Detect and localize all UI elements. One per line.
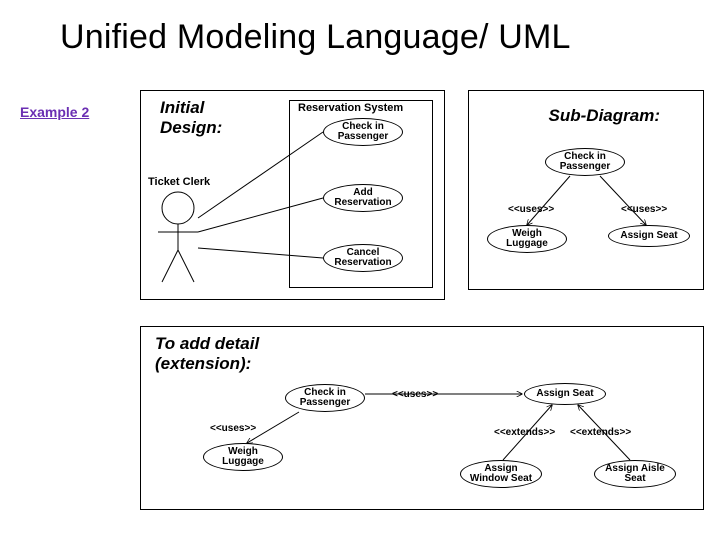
usecase-assign-aisle: Assign Aisle Seat xyxy=(594,460,676,488)
usecase-checkin-2: Check in Passenger xyxy=(545,148,625,176)
stereo-uses-1: <<uses>> xyxy=(508,204,554,215)
usecase-weigh-3: Weigh Luggage xyxy=(203,443,283,471)
system-title: Reservation System xyxy=(298,102,403,114)
usecase-checkin: Check in Passenger xyxy=(323,118,403,146)
page-title: Unified Modeling Language/ UML xyxy=(60,18,571,57)
stereo-extends-1: <<extends>> xyxy=(494,427,555,438)
usecase-addres: Add Reservation xyxy=(323,184,403,212)
stereo-extends-2: <<extends>> xyxy=(570,427,631,438)
stereo-uses-3b: <<uses>> xyxy=(210,423,256,434)
example-link[interactable]: Example 2 xyxy=(20,104,89,120)
usecase-assign-window: Assign Window Seat xyxy=(460,460,542,488)
usecase-assign: Assign Seat xyxy=(608,225,690,247)
usecase-checkin-3: Check in Passenger xyxy=(285,384,365,412)
usecase-assign-3: Assign Seat xyxy=(524,383,606,405)
stereo-uses-3a: <<uses>> xyxy=(392,389,438,400)
actor-label: Ticket Clerk xyxy=(148,176,210,188)
usecase-weigh: Weigh Luggage xyxy=(487,225,567,253)
subdiagram-panel xyxy=(468,90,704,290)
stereo-uses-2: <<uses>> xyxy=(621,204,667,215)
usecase-cancel: Cancel Reservation xyxy=(323,244,403,272)
